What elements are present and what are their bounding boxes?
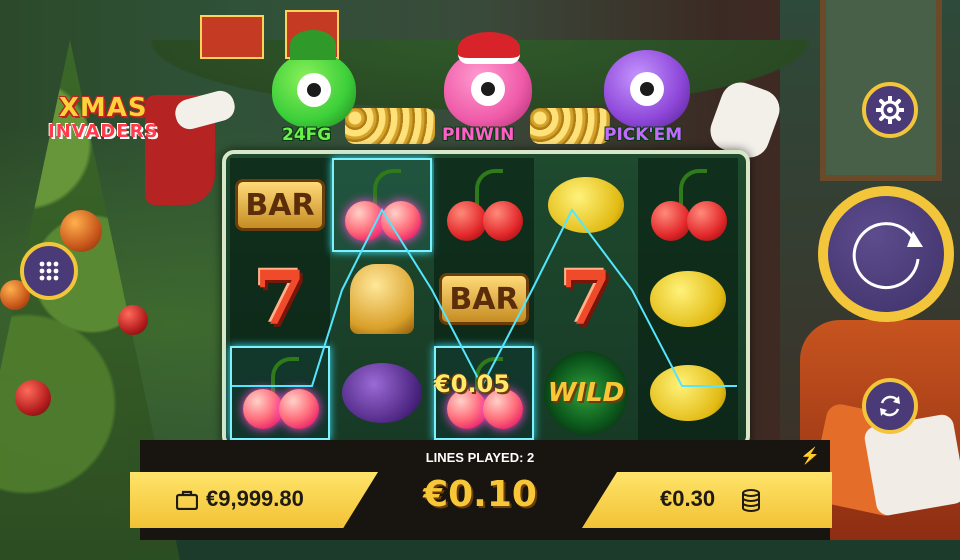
bar-symbol: BAR xyxy=(439,273,529,325)
seven-symbol: 7 xyxy=(560,256,612,342)
feature-label-pinwin: PINWIN xyxy=(442,125,515,145)
reel-column: BAR 7 xyxy=(230,158,330,440)
reel-cell: 7 xyxy=(536,252,636,346)
settings-button[interactable] xyxy=(862,82,918,138)
autoplay-button[interactable] xyxy=(862,378,918,434)
bet-panel[interactable]: €0.30 xyxy=(582,472,832,528)
lightning-icon[interactable]: ⚡ xyxy=(800,446,820,466)
reel-cell xyxy=(536,158,636,252)
gold-coins xyxy=(345,108,435,144)
cherry-symbol xyxy=(643,165,733,245)
reel-column: 7 WILD xyxy=(536,158,636,440)
reel-cell xyxy=(332,346,432,440)
gold-coins xyxy=(530,108,610,144)
plum-symbol xyxy=(342,363,422,423)
wallet-icon xyxy=(176,490,198,510)
reel-cell xyxy=(638,158,738,252)
gear-icon xyxy=(876,96,904,124)
lemon-symbol xyxy=(650,271,726,327)
bell-symbol xyxy=(350,264,414,334)
total-bet-value: €0.30 xyxy=(660,486,716,511)
reel-column xyxy=(332,158,432,440)
lines-played-label: LINES PLAYED: 2 xyxy=(425,450,535,465)
menu-button[interactable] xyxy=(20,242,78,300)
cherry-symbol xyxy=(337,165,427,245)
reel-cell: BAR xyxy=(230,158,330,252)
bar-symbol: BAR xyxy=(235,179,325,231)
reel-cell xyxy=(332,158,432,252)
coins-icon xyxy=(742,489,760,512)
balance-value: €9,999.80 xyxy=(206,486,304,511)
ornament xyxy=(118,305,148,335)
ornament xyxy=(60,210,102,252)
reel-grid[interactable]: BAR 7 BAR 7 WILD xyxy=(222,150,750,448)
lemon-symbol xyxy=(548,177,624,233)
win-amount-label: €0.05 xyxy=(434,370,510,398)
reel-cell xyxy=(332,252,432,346)
lemon-symbol xyxy=(650,365,726,421)
feature-label-24fg: 24FG xyxy=(282,125,332,145)
reel-column xyxy=(638,158,738,440)
elf-hat xyxy=(290,30,336,60)
cherry-symbol xyxy=(439,165,529,245)
reel-cell xyxy=(638,252,738,346)
reel-cell xyxy=(638,346,738,440)
ornament xyxy=(15,380,51,416)
reel-cell: 7 xyxy=(230,252,330,346)
reel-cell xyxy=(230,346,330,440)
cherry-symbol xyxy=(235,353,325,433)
reel-cell: BAR xyxy=(434,252,534,346)
logo-line2: INVADERS xyxy=(48,121,159,142)
feature-label-pickem: PICK'EM xyxy=(604,125,683,145)
wild-symbol: WILD xyxy=(544,351,628,435)
monster-24fg[interactable] xyxy=(272,52,356,128)
monster-pickem[interactable] xyxy=(604,50,690,128)
game-logo: XMAS INVADERS xyxy=(48,93,159,144)
balance-panel[interactable]: €9,999.80 xyxy=(130,472,378,528)
spin-arrow-icon xyxy=(852,222,923,290)
santa-hat xyxy=(458,32,520,64)
reel-cell xyxy=(434,158,534,252)
gift-box xyxy=(200,15,264,59)
logo-line1: XMAS xyxy=(58,93,148,123)
spin-button[interactable] xyxy=(818,186,954,322)
last-win-value: €0.10 xyxy=(423,474,537,515)
reel-cell: WILD xyxy=(536,346,636,440)
autoplay-icon xyxy=(880,395,900,417)
grid-icon xyxy=(39,261,59,281)
seven-symbol: 7 xyxy=(254,256,306,342)
